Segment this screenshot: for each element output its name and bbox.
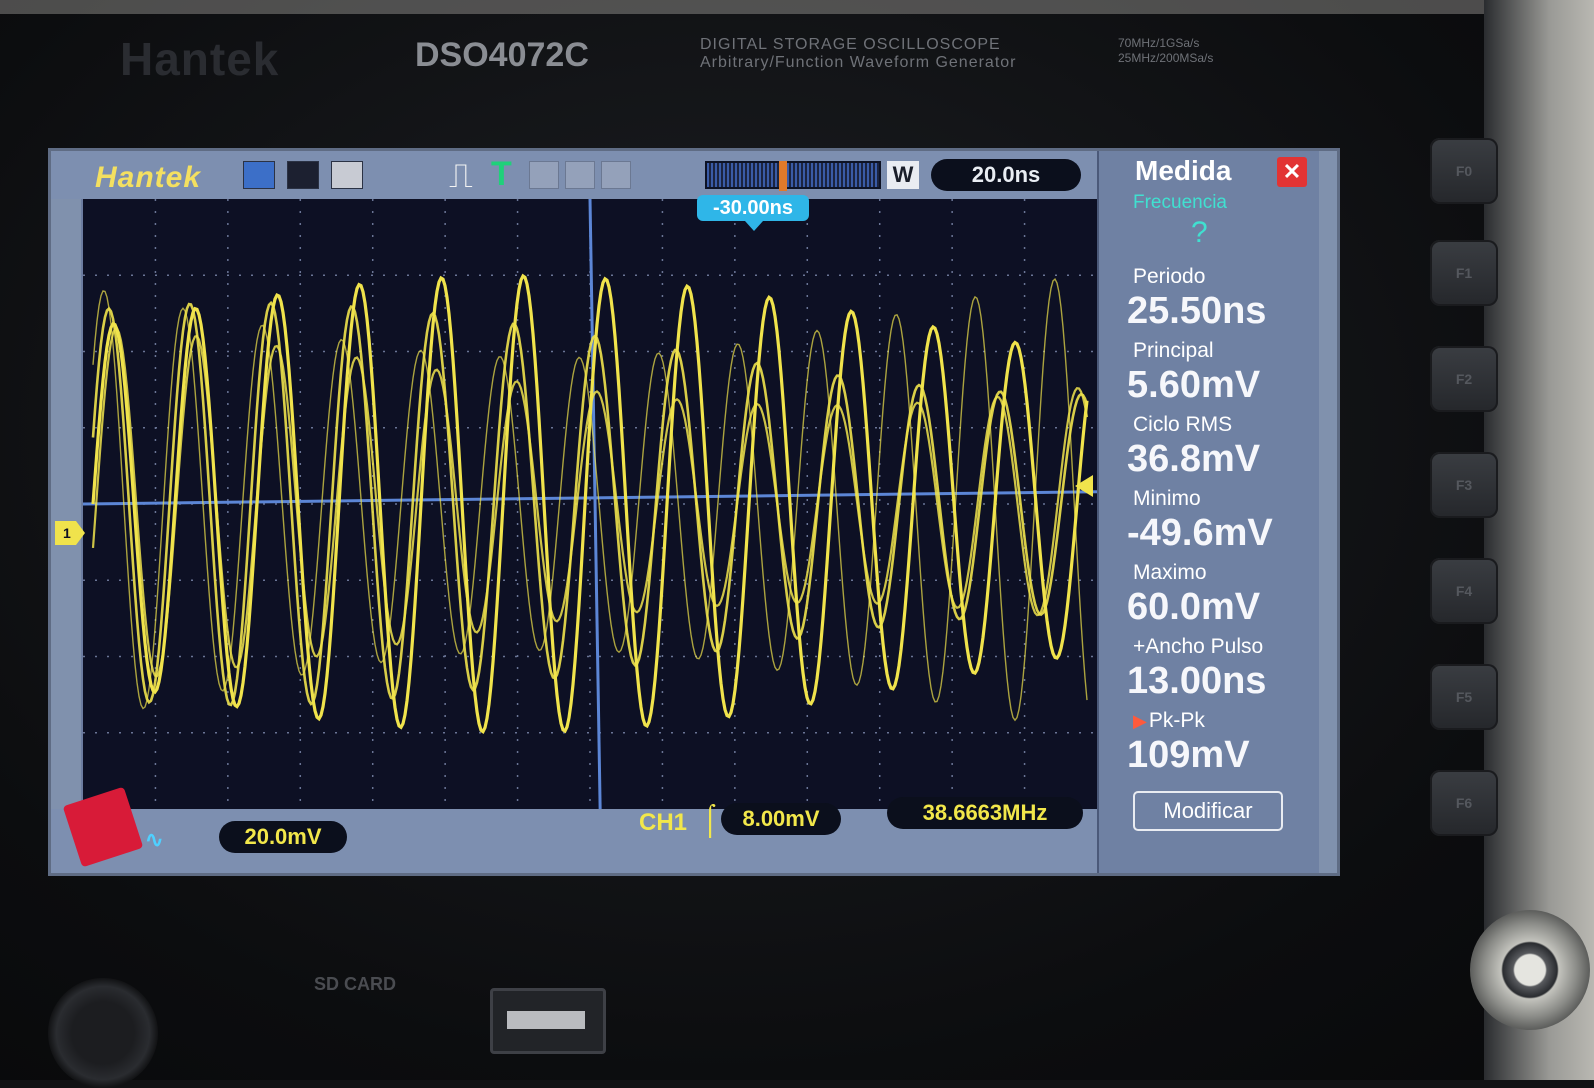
device-brand: Hantek <box>120 33 280 85</box>
center-axis-horizontal <box>83 490 1097 506</box>
f1-button[interactable]: F1 <box>1430 240 1498 306</box>
measure-value: -49.6mV <box>1127 512 1273 554</box>
trigger-source: CH1 <box>639 809 688 836</box>
measure-label: Ciclo RMS <box>1133 413 1233 436</box>
trigger-position-readout: -30.00ns <box>697 195 809 221</box>
ramp-icon[interactable] <box>287 161 319 189</box>
buffer-position-marker <box>779 161 787 191</box>
volts-div-readout: 20.0mV <box>219 821 347 853</box>
measure-label: Minimo <box>1133 487 1201 510</box>
screen-logo: Hantek <box>95 161 202 194</box>
desk-edge <box>0 0 1594 14</box>
device-specs: 70MHz/1GSa/s 25MHz/200MSa/s <box>1118 36 1213 66</box>
trigger-pulse-icon: ⎍ <box>449 157 473 195</box>
usb-status-icon <box>331 161 363 189</box>
sd-card-label: SD CARD <box>314 974 397 994</box>
waveform-display <box>83 199 1097 809</box>
measure-maximo[interactable]: Maximo 60.0mV <box>1099 561 1319 629</box>
measure-value: 36.8mV <box>1127 438 1261 480</box>
waveform-icon[interactable] <box>243 161 275 189</box>
f0-button[interactable]: F0 <box>1430 138 1498 204</box>
key-icon <box>529 161 559 189</box>
display-screen: Hantek ⎍ T W 20.0ns -30.00ns 1 ∿ 20.0mV … <box>48 148 1340 876</box>
measure-pk-pk[interactable]: ▶Pk-Pk 109mV <box>1099 709 1319 777</box>
rising-edge-icon: ⌠ <box>701 803 720 836</box>
printer-icon <box>601 161 631 189</box>
measure-value: ? <box>1191 216 1208 249</box>
f6-button[interactable]: F6 <box>1430 770 1498 836</box>
device-subtitle: DIGITAL STORAGE OSCILLOSCOPE Arbitrary/F… <box>700 36 1017 72</box>
channel-coupling-icon: ∿ <box>145 827 164 852</box>
measure-value: 60.0mV <box>1127 586 1261 628</box>
measure-label: ▶Pk-Pk <box>1099 709 1319 733</box>
f2-button[interactable]: F2 <box>1430 346 1498 412</box>
measure-label: Principal <box>1133 339 1214 362</box>
subtitle-line-2: Arbitrary/Function Waveform Generator <box>700 54 1017 71</box>
f3-button[interactable]: F3 <box>1430 452 1498 518</box>
buffer-mode: W <box>887 161 919 189</box>
measure-label: Maximo <box>1133 561 1207 584</box>
selected-arrow-icon: ▶ <box>1133 711 1147 731</box>
f4-button[interactable]: F4 <box>1430 558 1498 624</box>
modify-button[interactable]: Modificar <box>1133 791 1283 831</box>
spec-line-2: 25MHz/200MSa/s <box>1118 51 1214 65</box>
measure-label-text: Pk-Pk <box>1148 709 1205 732</box>
memory-buffer-bar <box>705 161 881 191</box>
usb-port-inner <box>507 1011 585 1029</box>
measure-label: Periodo <box>1133 265 1206 288</box>
measure-value: 13.00ns <box>1127 660 1267 702</box>
measure-frequency[interactable]: Frecuencia ? <box>1099 191 1319 251</box>
measure-value: 109mV <box>1127 734 1250 776</box>
trigger-position-pointer <box>745 221 763 231</box>
measure-value: 5.60mV <box>1127 364 1261 406</box>
device-model: DSO4072C <box>415 36 589 74</box>
save-icon <box>565 161 595 189</box>
trigger-status-icon: T <box>491 155 512 193</box>
trigger-level-readout: 8.00mV <box>721 803 841 835</box>
measure-label: +Ancho Pulso <box>1133 635 1264 658</box>
measure-periodo[interactable]: Periodo 25.50ns <box>1099 265 1319 333</box>
measure-panel: Medida ✕ Frecuencia ? Periodo 25.50ns Pr… <box>1097 151 1319 873</box>
spec-line-1: 70MHz/1GSa/s <box>1118 36 1200 50</box>
timebase-readout: 20.0ns <box>931 159 1081 191</box>
usb-port <box>490 988 606 1054</box>
f5-button[interactable]: F5 <box>1430 664 1498 730</box>
close-button[interactable]: ✕ <box>1277 157 1307 187</box>
measure-value: 25.50ns <box>1127 290 1267 332</box>
waveform-grid <box>81 199 1097 809</box>
trigger-level-marker <box>1075 475 1093 497</box>
measure-ancho-pulso[interactable]: +Ancho Pulso 13.00ns <box>1099 635 1319 703</box>
status-bar: Hantek ⎍ T W 20.0ns <box>51 151 1115 199</box>
measure-ciclo-rms[interactable]: Ciclo RMS 36.8mV <box>1099 413 1319 481</box>
measure-principal[interactable]: Principal 5.60mV <box>1099 339 1319 407</box>
power-button[interactable] <box>48 978 158 1088</box>
measure-minimo[interactable]: Minimo -49.6mV <box>1099 487 1319 555</box>
measure-label: Frecuencia <box>1133 192 1227 213</box>
generator-output-connector <box>1470 910 1590 1030</box>
frequency-readout: 38.6663MHz <box>887 797 1083 829</box>
subtitle-line-1: DIGITAL STORAGE OSCILLOSCOPE <box>700 36 1001 53</box>
